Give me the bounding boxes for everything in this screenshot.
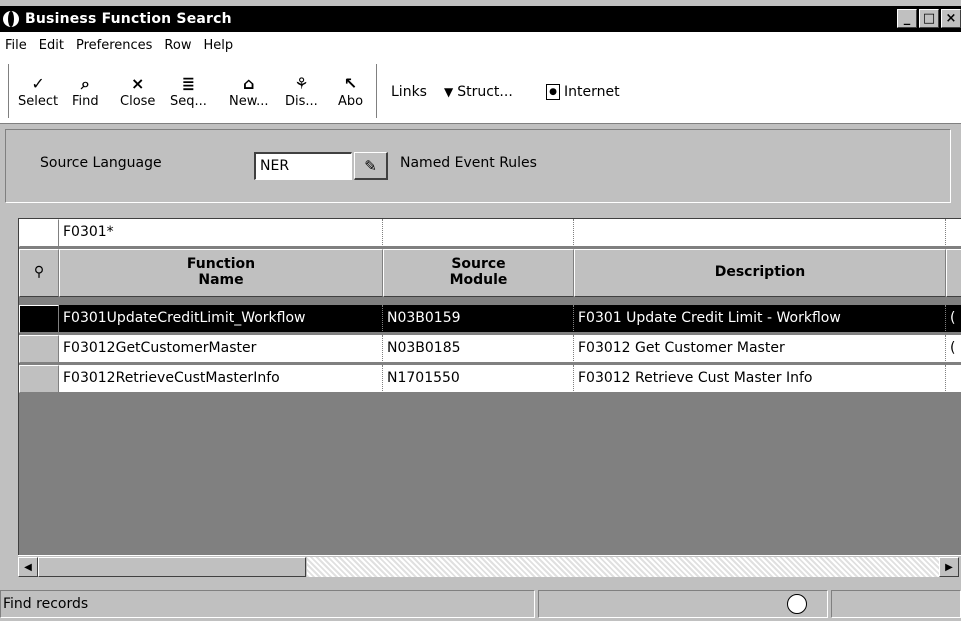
new-button[interactable]: ⌂ New... <box>229 74 269 118</box>
description-cell: F03012 Retrieve Cust Master Info <box>574 365 946 393</box>
toolbar-separator <box>376 64 379 118</box>
find-icon: ⌕ <box>80 74 90 93</box>
menu-preferences[interactable]: Preferences <box>74 38 154 53</box>
grid-header: ⚲ Function Name Source Module Descriptio… <box>19 249 961 297</box>
pencil-icon: ✎ <box>364 156 377 175</box>
display-icon: ⚘ <box>294 74 309 93</box>
menu-edit[interactable]: Edit <box>37 38 66 53</box>
close-button[interactable]: × Close <box>120 74 155 118</box>
function-name-cell: F03012RetrieveCustMasterInfo <box>59 365 383 393</box>
description-cell: F0301 Update Credit Limit - Workflow <box>574 305 946 333</box>
source-language-panel: Source Language NER ✎ Named Event Rules <box>5 129 951 203</box>
about-button[interactable]: ↖ Abo <box>338 74 363 118</box>
row-selector[interactable] <box>19 305 59 333</box>
dropdown-triangle-icon: ▼ <box>444 85 454 99</box>
internet-button[interactable]: ● Internet <box>546 84 620 100</box>
qbe-row: F0301* <box>19 219 961 247</box>
visual-assist-button[interactable]: ✎ <box>354 152 388 180</box>
status-pane-right <box>831 590 961 618</box>
toolbar: ✓ Select ⌕ Find × Close ≣ Seq... ⌂ New..… <box>0 58 961 124</box>
dis-label: Dis... <box>285 94 318 109</box>
menu-file[interactable]: File <box>3 38 29 53</box>
scroll-thumb[interactable] <box>38 557 306 577</box>
function-header-line1: Function <box>186 256 256 272</box>
scroll-right-arrow-icon[interactable]: ▶ <box>939 557 959 577</box>
source-module-cell: N1701550 <box>383 365 574 393</box>
internet-label: Internet <box>564 84 620 100</box>
find-button[interactable]: ⌕ Find <box>72 74 99 118</box>
close-icon: × <box>131 74 145 93</box>
table-row[interactable]: F03012RetrieveCustMasterInfo N1701550 F0… <box>19 365 961 393</box>
globe-status-icon <box>787 594 807 614</box>
description-header: Description <box>714 264 806 280</box>
extra-cell: ( <box>946 335 961 363</box>
source-module-cell: N03B0159 <box>383 305 574 333</box>
title-bar: Business Function Search _ □ × <box>0 6 961 32</box>
app-globe-icon <box>3 11 19 27</box>
links-button[interactable]: Links <box>391 84 427 100</box>
column-header-extra[interactable] <box>946 249 961 297</box>
struct-label: Struct... <box>457 84 513 100</box>
scroll-left-arrow-icon[interactable]: ◀ <box>18 557 38 577</box>
internet-page-icon: ● <box>546 84 560 100</box>
status-text: Find records <box>0 590 535 618</box>
table-row[interactable]: F03012GetCustomerMaster N03B0185 F03012 … <box>19 335 961 363</box>
qbe-row-selector <box>19 219 59 247</box>
struct-button[interactable]: ▼ Struct... <box>444 84 513 100</box>
qbe-extra[interactable] <box>946 219 961 247</box>
seq-button[interactable]: ≣ Seq... <box>170 74 207 118</box>
new-label: New... <box>229 94 269 109</box>
results-grid: F0301* ⚲ Function Name Source Module Des… <box>18 218 961 555</box>
menu-bar: File Edit Preferences Row Help <box>0 32 961 58</box>
description-cell: F03012 Get Customer Master <box>574 335 946 363</box>
source-language-field[interactable]: NER <box>254 152 352 180</box>
links-label: Links <box>391 84 427 100</box>
status-pane-middle <box>538 590 828 618</box>
extra-cell <box>946 365 961 393</box>
seq-label: Seq... <box>170 94 207 109</box>
function-name-cell: F03012GetCustomerMaster <box>59 335 383 363</box>
source-header-line1: Source <box>451 256 506 272</box>
row-selector[interactable] <box>19 335 59 363</box>
function-header-line2: Name <box>198 272 244 288</box>
row-selector[interactable] <box>19 365 59 393</box>
status-bar: Find records <box>0 588 961 621</box>
extra-cell: ( <box>946 305 961 333</box>
minimize-button[interactable]: _ <box>897 9 917 28</box>
check-icon: ✓ <box>31 74 45 93</box>
select-button[interactable]: ✓ Select <box>18 74 58 118</box>
menu-help[interactable]: Help <box>201 38 235 53</box>
source-language-label: Source Language <box>40 155 162 171</box>
business-function-search-window: Business Function Search _ □ × File Edit… <box>0 0 961 621</box>
menu-row[interactable]: Row <box>162 38 193 53</box>
column-header-description[interactable]: Description <box>574 249 946 297</box>
find-label: Find <box>72 94 99 109</box>
select-label: Select <box>18 94 59 109</box>
maximize-button[interactable]: □ <box>919 9 939 28</box>
window-title: Business Function Search <box>25 11 232 27</box>
new-icon: ⌂ <box>243 74 255 93</box>
column-header-source-module[interactable]: Source Module <box>383 249 574 297</box>
table-row[interactable]: F0301UpdateCreditLimit_Workflow N03B0159… <box>19 305 961 333</box>
named-event-rules-label: Named Event Rules <box>400 155 537 171</box>
qbe-description[interactable] <box>574 219 946 247</box>
source-header-line2: Module <box>449 272 508 288</box>
about-pointer-icon: ↖ <box>343 74 358 93</box>
close-label: Close <box>120 94 156 109</box>
function-name-cell: F0301UpdateCreditLimit_Workflow <box>59 305 383 333</box>
toolbar-separator <box>8 64 11 118</box>
qbe-function-name[interactable]: F0301* <box>59 219 383 247</box>
query-binoculars-icon[interactable]: ⚲ <box>19 249 59 297</box>
scroll-track[interactable] <box>307 557 939 577</box>
sequence-icon: ≣ <box>181 74 196 93</box>
about-label: Abo <box>338 94 364 109</box>
horizontal-scrollbar[interactable]: ◀ ▶ <box>18 555 961 577</box>
source-module-cell: N03B0185 <box>383 335 574 363</box>
dis-button[interactable]: ⚘ Dis... <box>285 74 318 118</box>
close-window-button[interactable]: × <box>941 9 961 28</box>
column-header-function-name[interactable]: Function Name <box>59 249 383 297</box>
qbe-source-module[interactable] <box>383 219 574 247</box>
